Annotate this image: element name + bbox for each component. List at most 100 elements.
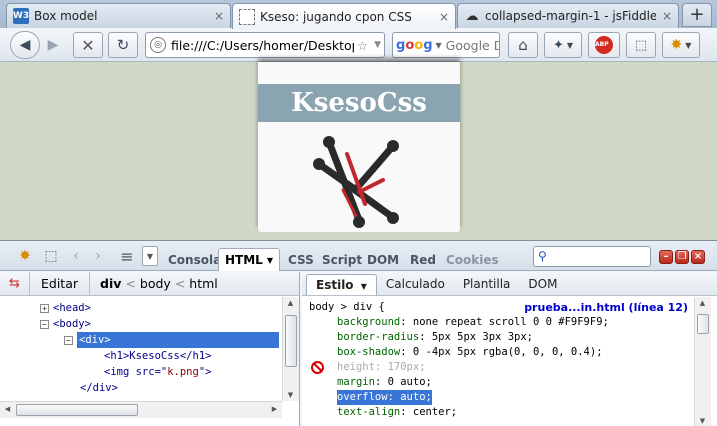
breadcrumb-item[interactable]: body xyxy=(140,276,171,291)
css-property-name[interactable]: background xyxy=(337,316,400,328)
tree-vertical-scrollbar[interactable]: ▲ ▼ xyxy=(282,297,299,401)
breadcrumb-item[interactable]: html xyxy=(189,276,217,291)
dropdown-arrow-icon[interactable]: ▼ xyxy=(374,40,381,50)
firebug-menu-icon[interactable]: ✸ xyxy=(14,246,36,266)
css-property-value[interactable]: auto; xyxy=(400,391,432,403)
google-icon[interactable]: goog xyxy=(393,38,436,53)
tab-jsfiddle[interactable]: ☁ collapsed-margin-1 - jsFiddle × xyxy=(457,3,679,28)
reload-icon: ↻ xyxy=(116,36,130,54)
back-button[interactable]: ◀ xyxy=(10,31,40,59)
edit-button[interactable]: Editar xyxy=(30,272,91,295)
close-panel-button[interactable]: × xyxy=(691,250,705,264)
adblock-button[interactable]: ABP xyxy=(588,32,620,58)
css-property-value[interactable]: 170px; xyxy=(388,361,426,373)
scroll-up-icon[interactable]: ▲ xyxy=(695,299,710,307)
dropdown-arrow-icon[interactable]: ▼ xyxy=(142,246,158,266)
tree-node-body[interactable]: − <body> xyxy=(40,316,91,332)
new-tab-button[interactable]: + xyxy=(682,3,712,27)
panel-tab-html[interactable]: HTML ▼ xyxy=(218,248,280,271)
breadcrumb-item[interactable]: div xyxy=(100,276,121,291)
css-property-line[interactable]: margin: 0 auto; xyxy=(337,375,432,390)
detach-panel-button[interactable]: ❐ xyxy=(675,250,689,264)
home-icon: ⌂ xyxy=(518,36,528,54)
close-icon[interactable]: × xyxy=(439,10,449,24)
inspect-element-icon[interactable]: ⬚ xyxy=(40,246,62,266)
css-property-line-selected[interactable]: overflow: auto; xyxy=(337,390,432,405)
forward-button[interactable]: ▶ xyxy=(42,32,64,58)
css-property-line[interactable]: box-shadow: 0 -4px 5px rgba(0, 0, 0, 0.4… xyxy=(337,345,603,360)
css-selector[interactable]: body > div { xyxy=(309,300,385,315)
stop-button[interactable]: ✕ xyxy=(73,32,103,58)
tree-node-img[interactable]: <img src="k.png"> xyxy=(104,364,211,380)
firebug-swap-icon[interactable]: ⇆ xyxy=(0,272,30,295)
panel-tab-dom[interactable]: DOM xyxy=(361,248,405,271)
inspect-button[interactable]: ⬚ xyxy=(626,32,656,58)
tree-node-head[interactable]: + <head> xyxy=(40,300,91,316)
tab-kseso[interactable]: Kseso: jugando cpon CSS × xyxy=(232,3,456,29)
bookmarks-button[interactable]: ✦ ▼ xyxy=(544,32,582,58)
tab-title: collapsed-margin-1 - jsFiddle xyxy=(485,9,656,23)
forward-arrow-icon: ▶ xyxy=(47,37,59,53)
tree-horizontal-scrollbar[interactable]: ◀ ▶ xyxy=(0,401,282,418)
reload-button[interactable]: ↻ xyxy=(108,32,138,58)
back-arrow-icon[interactable]: ‹ xyxy=(68,246,84,266)
detach-icon: ❐ xyxy=(677,251,687,262)
css-property-value[interactable]: 0 auto; xyxy=(388,376,432,388)
tree-node-div-close[interactable]: </div> xyxy=(80,380,118,396)
css-property-name[interactable]: text-align xyxy=(337,406,400,418)
collapse-toggle[interactable]: − xyxy=(40,319,49,329)
scroll-up-icon[interactable]: ▲ xyxy=(283,299,298,307)
css-property-line[interactable]: border-radius: 5px 5px 3px 3px; xyxy=(337,330,533,345)
breadcrumb-separator: < xyxy=(174,276,186,291)
side-tab-calculado[interactable]: Calculado xyxy=(377,274,454,295)
css-property-name[interactable]: box-shadow xyxy=(337,346,400,358)
css-property-value[interactable]: none repeat scroll 0 0 #F9F9F9; xyxy=(413,316,609,328)
css-property-value[interactable]: 5px 5px 3px 3px; xyxy=(432,331,533,343)
minimize-panel-button[interactable]: – xyxy=(659,250,673,264)
panel-tab-red[interactable]: Red xyxy=(404,248,442,271)
css-property-name[interactable]: height xyxy=(337,361,375,373)
scroll-down-icon[interactable]: ▼ xyxy=(283,391,298,399)
tab-box-model[interactable]: W3 Box model × xyxy=(6,3,231,28)
search-bar[interactable]: goog ▼ xyxy=(392,32,500,58)
scrollbar-thumb[interactable] xyxy=(697,314,709,334)
side-tab-estilo[interactable]: Estilo ▼ xyxy=(306,274,377,295)
bookmark-star-icon[interactable]: ☆ xyxy=(357,38,368,53)
side-tab-plantilla[interactable]: Plantilla xyxy=(454,274,520,295)
scroll-right-icon[interactable]: ▶ xyxy=(267,405,282,413)
panel-tab-css[interactable]: CSS xyxy=(282,248,320,271)
style-vertical-scrollbar[interactable]: ▲ ▼ xyxy=(694,297,711,426)
list-menu-icon[interactable]: ≡ xyxy=(116,246,138,266)
side-tab-dom[interactable]: DOM xyxy=(519,274,566,295)
css-property-name[interactable]: border-radius xyxy=(337,331,419,343)
css-property-name[interactable]: margin xyxy=(337,376,375,388)
scroll-left-icon[interactable]: ◀ xyxy=(0,405,15,413)
scrollbar-thumb[interactable] xyxy=(16,404,138,416)
tree-node-h1[interactable]: <h1>KsesoCss</h1> xyxy=(104,348,211,364)
firebug-search-input[interactable]: ⚲ xyxy=(533,246,651,267)
css-property-line-disabled[interactable]: height: 170px; xyxy=(337,360,426,375)
scroll-down-icon[interactable]: ▼ xyxy=(695,417,710,425)
css-property-line[interactable]: background: none repeat scroll 0 0 #F9F9… xyxy=(337,315,609,330)
close-icon[interactable]: × xyxy=(662,9,672,23)
disabled-rule-icon[interactable] xyxy=(311,361,324,374)
panel-tab-cookies[interactable]: Cookies xyxy=(440,248,505,271)
css-property-value[interactable]: 0 -4px 5px rgba(0, 0, 0, 0.4); xyxy=(413,346,603,358)
css-property-line[interactable]: text-align: center; xyxy=(337,405,457,420)
close-icon[interactable]: × xyxy=(214,9,224,23)
adblock-icon: ABP xyxy=(595,36,613,54)
css-property-name[interactable]: overflow xyxy=(337,391,388,403)
home-button[interactable]: ⌂ xyxy=(508,32,538,58)
source-link[interactable]: prueba...in.html (línea 12) xyxy=(524,301,688,314)
dropdown-arrow-icon[interactable]: ▼ xyxy=(436,41,442,50)
search-input[interactable] xyxy=(445,37,499,53)
url-bar[interactable]: ◎ file:///C:/Users/homer/Desktop/ ☆ ▼ xyxy=(145,32,385,58)
tree-node-div[interactable]: − <div> xyxy=(64,332,279,348)
forward-arrow-icon[interactable]: › xyxy=(90,246,106,266)
scrollbar-thumb[interactable] xyxy=(285,315,297,367)
collapse-toggle[interactable]: − xyxy=(64,335,73,345)
firebug-button[interactable]: ✸ ▼ xyxy=(662,32,700,58)
expand-toggle[interactable]: + xyxy=(40,303,49,313)
css-property-value[interactable]: center; xyxy=(413,406,457,418)
attribute-value[interactable]: k.png xyxy=(167,366,199,378)
